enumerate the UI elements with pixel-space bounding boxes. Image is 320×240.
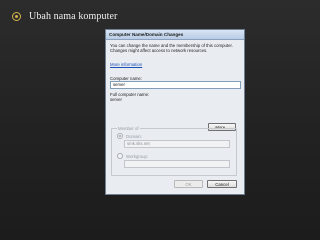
bullet-item: Ubah nama komputer	[12, 11, 117, 22]
member-of-group: Member of Domain: smk.sks.net Workgroup:	[111, 126, 237, 176]
domain-radio[interactable]	[117, 133, 123, 139]
workgroup-option[interactable]: Workgroup:	[117, 153, 148, 159]
computer-name-input[interactable]: server	[110, 81, 241, 89]
bullet-icon	[12, 12, 21, 21]
dialog-titlebar[interactable]: Computer Name/Domain Changes	[106, 30, 244, 40]
member-of-legend: Member of	[117, 126, 140, 131]
bullet-text: Ubah nama komputer	[29, 11, 118, 22]
dialog-description: You can change the name and the membersh…	[110, 43, 233, 53]
domain-option[interactable]: Domain:	[117, 133, 142, 139]
ok-button[interactable]: OK	[174, 180, 203, 188]
computer-name-dialog: Computer Name/Domain Changes You can cha…	[106, 30, 244, 194]
workgroup-input[interactable]	[124, 160, 230, 168]
dialog-title: Computer Name/Domain Changes	[109, 32, 184, 37]
slide-background: Ubah nama komputer Computer Name/Domain …	[0, 0, 320, 240]
dialog-body: You can change the name and the membersh…	[106, 40, 244, 131]
cancel-button[interactable]: Cancel	[207, 180, 237, 188]
workgroup-label: Workgroup:	[126, 153, 149, 159]
workgroup-radio[interactable]	[117, 153, 123, 159]
full-computer-name-value: server	[110, 97, 122, 102]
more-information-link[interactable]: More information	[110, 62, 142, 67]
domain-input[interactable]: smk.sks.net	[124, 140, 230, 148]
domain-label: Domain:	[126, 133, 143, 139]
